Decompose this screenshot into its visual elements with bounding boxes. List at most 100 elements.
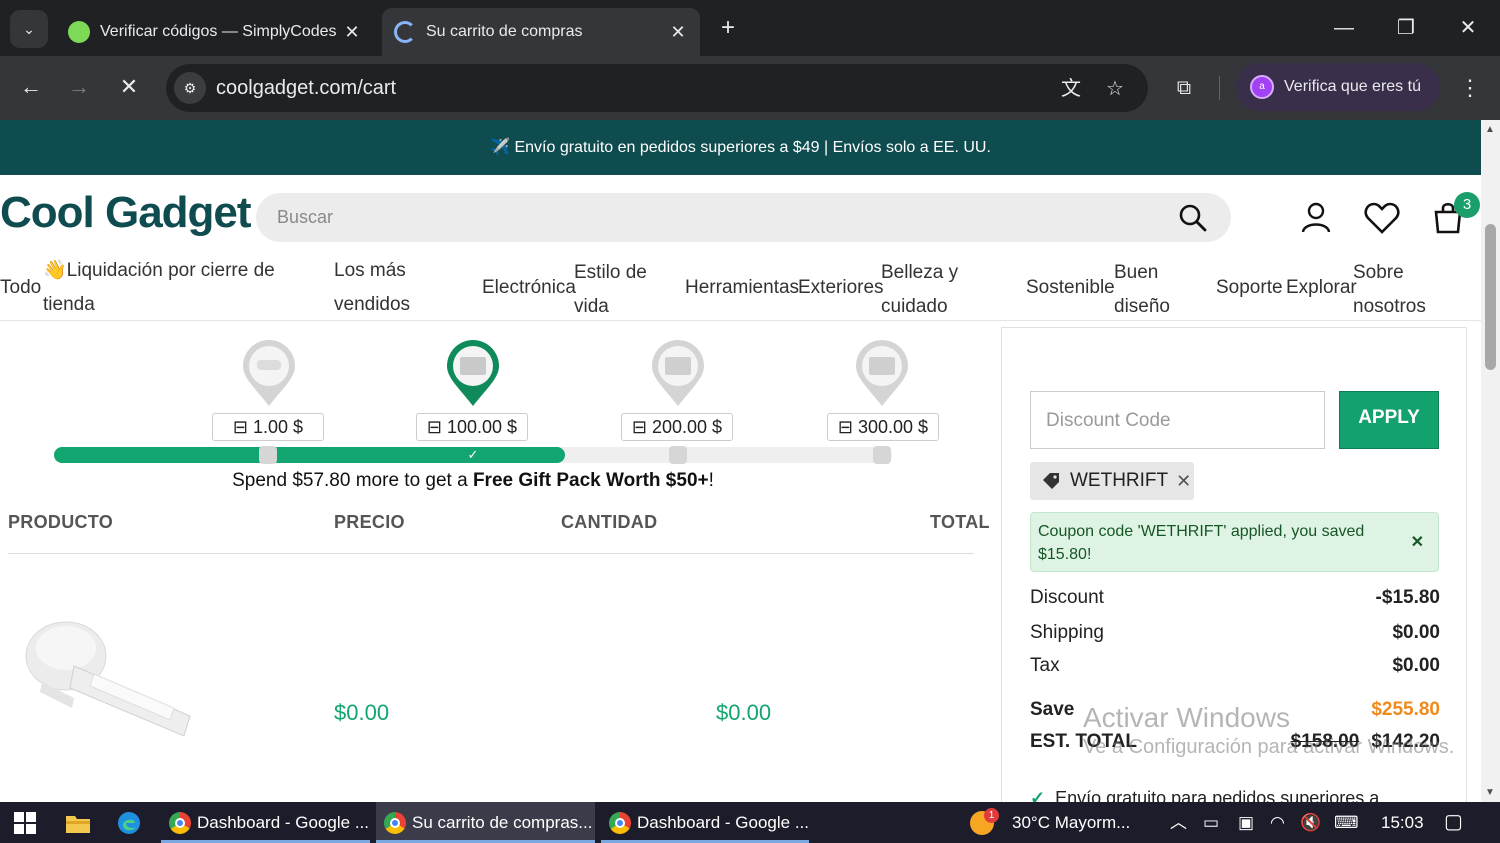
close-window-button[interactable]: ✕	[1437, 0, 1499, 56]
taskbar-dashboard-2[interactable]: Dashboard - Google ...	[601, 802, 809, 843]
browser-menu-icon[interactable]: ⋮	[1456, 72, 1484, 104]
table-divider	[8, 553, 974, 554]
keyboard-icon[interactable]: ⌨	[1334, 802, 1359, 843]
wifi-icon[interactable]: ◠	[1270, 802, 1285, 843]
verify-label: Verifica que eres tú	[1284, 78, 1421, 95]
stop-loading-button[interactable]: ✕	[112, 70, 146, 104]
tab-title: Su carrito de compras	[426, 23, 583, 40]
dismiss-alert-icon[interactable]: ✕	[1411, 531, 1424, 554]
profile-avatar-icon: a	[1250, 75, 1274, 99]
url-text[interactable]: coolgadget.com/cart	[216, 77, 396, 100]
row-total: $0.00	[716, 700, 772, 725]
scroll-up-icon[interactable]: ▲	[1485, 124, 1495, 135]
nav-exteriores[interactable]: Exteriores	[798, 271, 884, 305]
minimize-button[interactable]: —	[1313, 0, 1375, 56]
taskbar-label: Su carrito de compras...	[412, 812, 593, 832]
toolbar-divider	[1219, 76, 1220, 100]
weather-text[interactable]: 30°C Mayorm...	[1012, 802, 1130, 843]
tier-value: 1.00 $	[253, 417, 304, 437]
nav-liquidacion[interactable]: 👋Liquidación por cierre de	[43, 254, 275, 288]
nav-liquidacion-line2[interactable]: tienda	[43, 288, 95, 322]
gift-tier-3-threshold: ⊟ 200.00 $	[621, 413, 733, 441]
shipping-row: Shipping $0.00	[1030, 622, 1440, 644]
taskbar-cart[interactable]: Su carrito de compras...	[376, 802, 595, 843]
header-total: TOTAL	[930, 512, 990, 532]
nav-belleza[interactable]: Belleza y	[881, 256, 958, 290]
camera-icon[interactable]: ▣	[1238, 802, 1254, 843]
discount-code-placeholder: Discount Code	[1046, 410, 1171, 431]
progress-marker-4	[873, 446, 891, 464]
discount-label: Discount	[1030, 587, 1104, 608]
nav-sobre-nosotros-line2[interactable]: nosotros	[1353, 290, 1426, 324]
volume-muted-icon[interactable]: 🔇	[1300, 802, 1321, 843]
category-nav: Todo 👋Liquidación por cierre de tienda L…	[0, 256, 1481, 321]
product-image[interactable]	[14, 606, 200, 756]
forward-button[interactable]: →	[62, 70, 96, 104]
header-cantidad: CANTIDAD	[561, 512, 658, 532]
nav-buen-diseno[interactable]: Buen	[1114, 256, 1158, 290]
clock-time[interactable]: 15:03	[1381, 802, 1424, 843]
search-icon[interactable]	[1176, 201, 1210, 235]
nav-estilo-de-vida-line2[interactable]: vida	[574, 290, 609, 324]
nav-soporte[interactable]: Soporte	[1216, 271, 1283, 305]
bookmark-star-icon[interactable]: ☆	[1100, 74, 1130, 104]
taskbar-dashboard-1[interactable]: Dashboard - Google ...	[161, 802, 370, 843]
apply-button[interactable]: APPLY	[1339, 391, 1439, 449]
translate-icon[interactable]: 文	[1056, 74, 1086, 104]
nav-herramientas[interactable]: Herramientas	[685, 271, 799, 305]
tab-cart[interactable]: Su carrito de compras ✕	[382, 8, 700, 56]
restore-button[interactable]: ❐	[1375, 0, 1437, 56]
scroll-down-icon[interactable]: ▼	[1485, 787, 1495, 798]
show-hidden-icons-icon[interactable]: ︿	[1170, 802, 1187, 843]
close-tab-icon[interactable]: ✕	[342, 22, 362, 43]
nav-todo[interactable]: Todo	[0, 271, 41, 305]
coupon-applied-text: Coupon code 'WETHRIFT' applied, you save…	[1038, 523, 1365, 563]
tier-value: 100.00 $	[447, 417, 518, 437]
nav-sobre-nosotros[interactable]: Sobre	[1353, 256, 1404, 290]
remove-coupon-icon[interactable]: ✕	[1176, 471, 1191, 492]
nav-estilo-de-vida[interactable]: Estilo de	[574, 256, 647, 290]
search-placeholder: Buscar	[277, 207, 334, 227]
header-precio: PRECIO	[334, 512, 405, 532]
discount-value: -$15.80	[1375, 587, 1440, 608]
tab-simplycodes[interactable]: Verificar códigos — SimplyCodes ✕	[56, 8, 374, 56]
nav-electronica[interactable]: Electrónica	[482, 271, 576, 305]
battery-icon[interactable]: ▭	[1203, 802, 1219, 843]
back-button[interactable]: ←	[14, 70, 48, 104]
tab-search-button[interactable]: ⌄	[10, 10, 48, 48]
site-info-icon[interactable]: ⚙	[174, 72, 206, 104]
close-tab-icon[interactable]: ✕	[668, 22, 688, 43]
search-bar[interactable]: Buscar	[256, 193, 1231, 242]
site-logo[interactable]: Cool Gadget	[0, 188, 252, 238]
address-bar[interactable]: ⚙ coolgadget.com/cart 文 ☆	[166, 64, 1148, 112]
announcement-bar: ✈️ Envío gratuito en pedidos superiores …	[0, 120, 1481, 175]
applied-coupon-tag: WETHRIFT ✕	[1030, 462, 1194, 500]
gift-tier-4-pin-icon	[856, 340, 908, 406]
page-scrollbar[interactable]: ▲ ▼	[1481, 120, 1500, 802]
file-explorer-icon[interactable]	[66, 813, 90, 833]
scrollbar-thumb[interactable]	[1485, 224, 1496, 370]
notifications-icon[interactable]: ▢	[1444, 802, 1463, 843]
nav-explorar[interactable]: Explorar	[1286, 271, 1357, 305]
windows-taskbar: Dashboard - Google ... Su carrito de com…	[0, 802, 1500, 843]
nav-sostenible[interactable]: Sostenible	[1026, 271, 1115, 305]
gift-tier-1-pin-icon	[243, 340, 295, 406]
extensions-icon[interactable]: ⧉	[1168, 72, 1200, 104]
tier-value: 300.00 $	[858, 417, 929, 437]
discount-code-input[interactable]: Discount Code	[1030, 391, 1325, 449]
nav-mas-vendidos-line2[interactable]: vendidos	[334, 288, 410, 322]
account-icon[interactable]	[1296, 198, 1336, 238]
gift-tier-2-pin-icon	[447, 340, 499, 406]
nav-buen-diseno-line2[interactable]: diseño	[1114, 290, 1170, 324]
nav-mas-vendidos[interactable]: Los más	[334, 254, 406, 288]
wishlist-heart-icon[interactable]	[1362, 198, 1402, 238]
tag-icon	[1043, 473, 1059, 489]
windows-start-icon[interactable]	[14, 812, 36, 834]
new-tab-button[interactable]: +	[712, 12, 744, 44]
taskbar-label: Dashboard - Google ...	[637, 812, 809, 832]
loading-favicon-icon	[394, 21, 416, 43]
verify-profile-button[interactable]: a Verifica que eres tú	[1236, 63, 1440, 111]
coupon-applied-alert: Coupon code 'WETHRIFT' applied, you save…	[1030, 512, 1439, 572]
nav-belleza-line2[interactable]: cuidado	[881, 290, 948, 324]
edge-browser-icon[interactable]	[117, 811, 141, 835]
